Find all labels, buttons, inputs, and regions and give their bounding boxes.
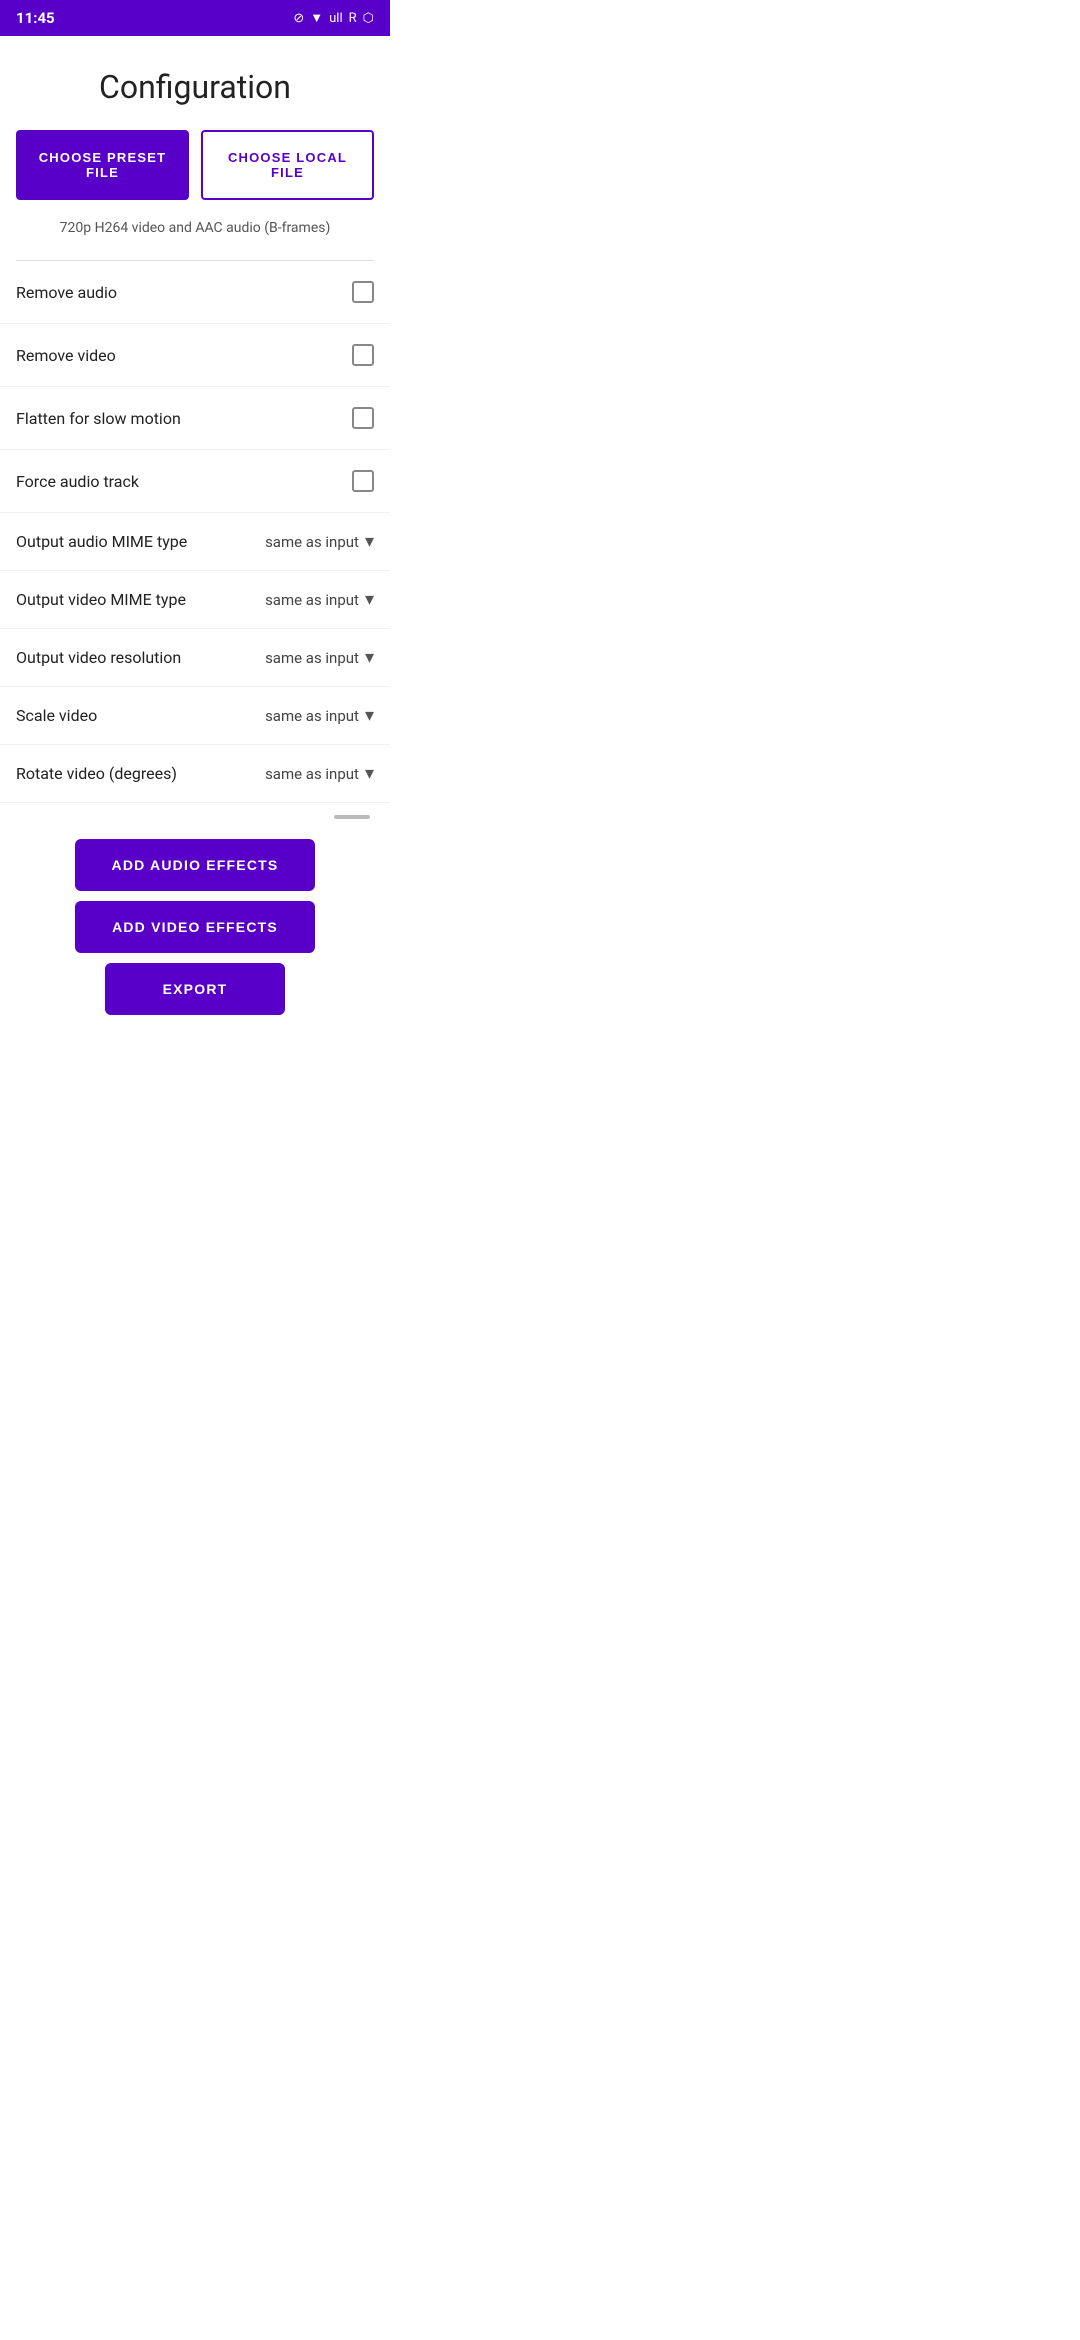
buttons-row: CHOOSE PRESET FILE CHOOSE LOCAL FILE <box>0 130 390 212</box>
dropdown-row-0: Output audio MIME type same as input ▾ <box>0 513 390 571</box>
status-bar: 11:45 ⊘ ▼ ull R ⬡ <box>0 0 390 36</box>
page-title-container: Configuration <box>0 36 390 130</box>
dropdown-wrapper-3[interactable]: same as input ▾ <box>265 705 374 726</box>
chevron-down-icon-0: ▾ <box>365 531 374 552</box>
page-title: Configuration <box>16 68 374 106</box>
dropdown-label-3: Scale video <box>16 706 97 725</box>
option-checkbox-3[interactable] <box>352 470 374 492</box>
add-video-effects-button[interactable]: ADD VIDEO EFFECTS <box>75 901 315 953</box>
dropdown-value-0: same as input <box>265 533 359 551</box>
battery-icon: ⬡ <box>363 11 374 26</box>
option-row: Remove video <box>0 324 390 387</box>
signal-icon: ull <box>329 11 343 26</box>
option-label-0: Remove audio <box>16 283 117 302</box>
option-row: Force audio track <box>0 450 390 513</box>
choose-local-file-button[interactable]: CHOOSE LOCAL FILE <box>201 130 374 200</box>
option-row: Remove audio <box>0 261 390 324</box>
network-type-icon: R <box>349 11 357 26</box>
options-list: Remove audio Remove video Flatten for slow… <box>0 261 390 513</box>
dropdown-value-4: same as input <box>265 765 359 783</box>
dropdown-label-0: Output audio MIME type <box>16 532 187 551</box>
chevron-down-icon-4: ▾ <box>365 763 374 784</box>
dropdown-row-2: Output video resolution same as input ▾ <box>0 629 390 687</box>
chevron-down-icon-2: ▾ <box>365 647 374 668</box>
dropdown-value-1: same as input <box>265 591 359 609</box>
chevron-down-icon-1: ▾ <box>365 589 374 610</box>
dropdown-row-3: Scale video same as input ▾ <box>0 687 390 745</box>
dropdown-label-2: Output video resolution <box>16 648 181 667</box>
dnd-icon: ⊘ <box>293 11 304 26</box>
dropdown-label-4: Rotate video (degrees) <box>16 764 177 783</box>
chevron-down-icon-3: ▾ <box>365 705 374 726</box>
option-label-2: Flatten for slow motion <box>16 409 181 428</box>
dropdowns-list: Output audio MIME typesame as input▾Outp… <box>0 513 390 803</box>
option-checkbox-1[interactable] <box>352 344 374 366</box>
option-label-1: Remove video <box>16 346 116 365</box>
choose-preset-file-button[interactable]: CHOOSE PRESET FILE <box>16 130 189 200</box>
action-buttons: ADD AUDIO EFFECTS ADD VIDEO EFFECTS EXPO… <box>0 823 390 1039</box>
dropdown-wrapper-0[interactable]: same as input ▾ <box>265 531 374 552</box>
option-checkbox-2[interactable] <box>352 407 374 429</box>
option-label-3: Force audio track <box>16 472 139 491</box>
dropdown-value-2: same as input <box>265 649 359 667</box>
drag-handle-container <box>0 803 390 823</box>
option-row: Flatten for slow motion <box>0 387 390 450</box>
dropdown-wrapper-1[interactable]: same as input ▾ <box>265 589 374 610</box>
dropdown-value-3: same as input <box>265 707 359 725</box>
dropdown-wrapper-2[interactable]: same as input ▾ <box>265 647 374 668</box>
drag-handle-icon <box>334 815 370 819</box>
dropdown-row-4: Rotate video (degrees) same as input ▾ <box>0 745 390 803</box>
status-time: 11:45 <box>16 9 55 27</box>
status-icons: ⊘ ▼ ull R ⬡ <box>293 10 374 26</box>
dropdown-row-1: Output video MIME type same as input ▾ <box>0 571 390 629</box>
wifi-icon: ▼ <box>310 10 323 26</box>
subtitle: 720p H264 video and AAC audio (B-frames) <box>0 212 390 260</box>
dropdown-label-1: Output video MIME type <box>16 590 186 609</box>
export-button[interactable]: EXPORT <box>105 963 285 1015</box>
dropdown-wrapper-4[interactable]: same as input ▾ <box>265 763 374 784</box>
option-checkbox-0[interactable] <box>352 281 374 303</box>
add-audio-effects-button[interactable]: ADD AUDIO EFFECTS <box>75 839 315 891</box>
